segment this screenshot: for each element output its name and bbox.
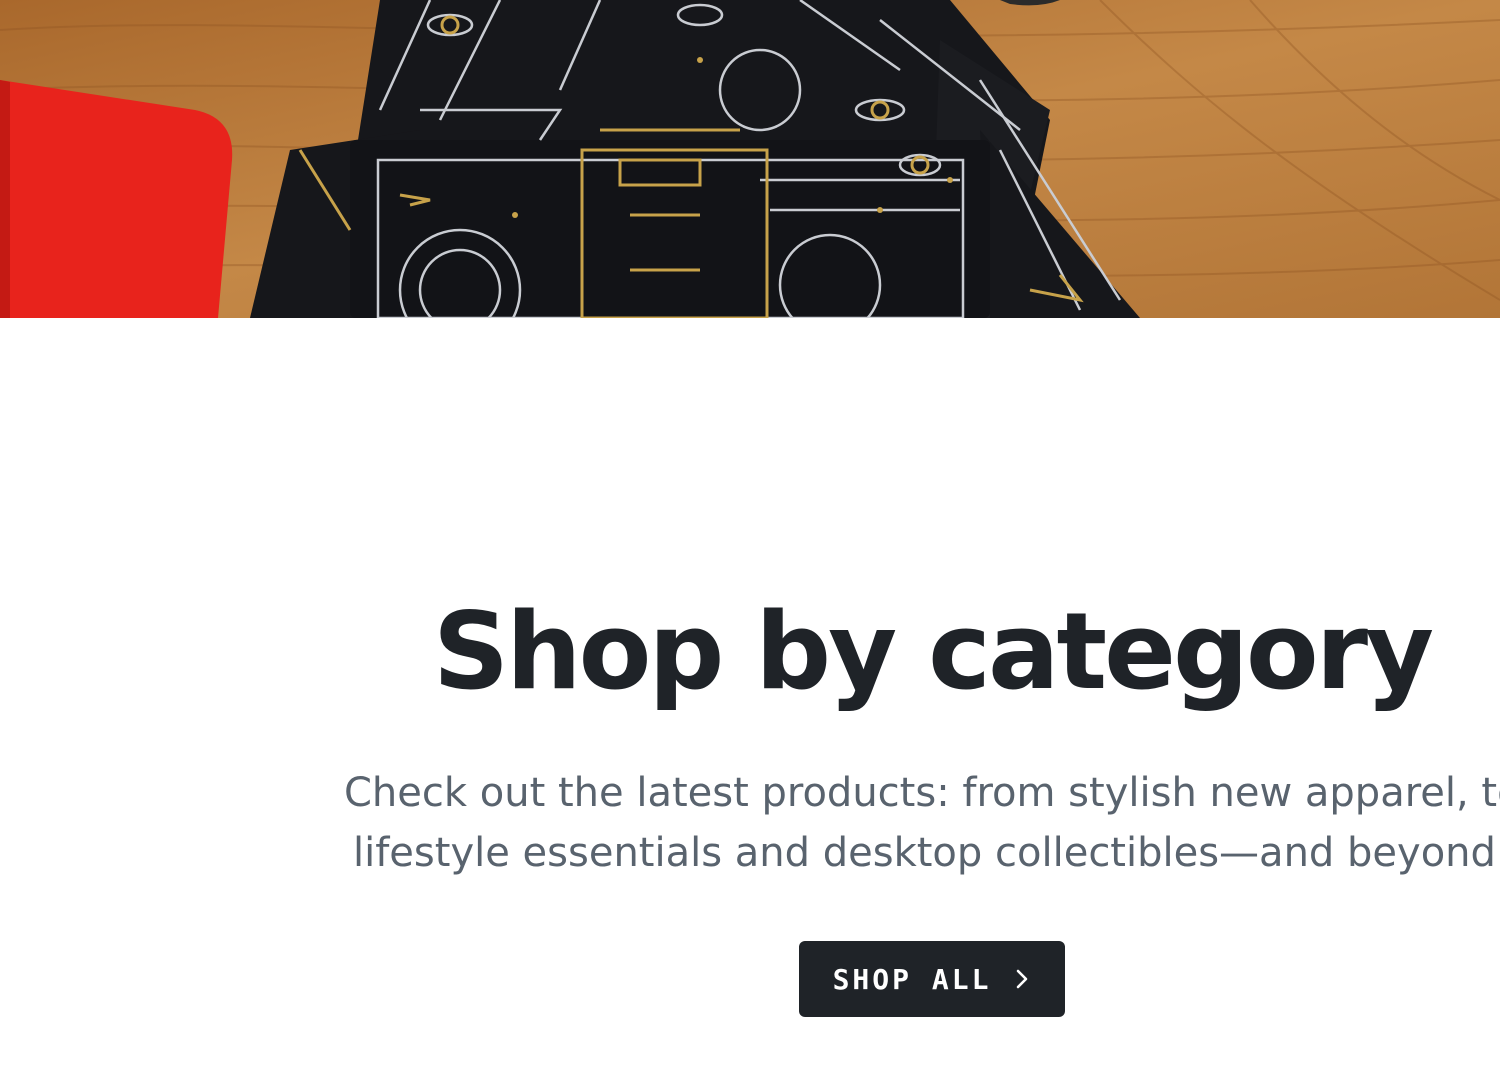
- chevron-right-icon: [1013, 967, 1031, 991]
- shop-all-button[interactable]: SHOP ALL: [799, 941, 1065, 1017]
- shop-by-category-section: Shop by category Check out the latest pr…: [0, 318, 1500, 1071]
- hero-image: [0, 0, 1500, 318]
- section-description: Check out the latest products: from styl…: [344, 763, 1500, 883]
- playing-cards-illustration: [0, 0, 1500, 318]
- description-line-1: Check out the latest products: from styl…: [344, 770, 1500, 816]
- description-line-2: lifestyle essentials and desktop collect…: [353, 830, 1500, 876]
- section-heading: Shop by category: [432, 590, 1434, 713]
- page: Shop by category Check out the latest pr…: [0, 0, 1500, 1071]
- shop-all-label: SHOP ALL: [832, 962, 992, 996]
- red-felt: [0, 80, 233, 318]
